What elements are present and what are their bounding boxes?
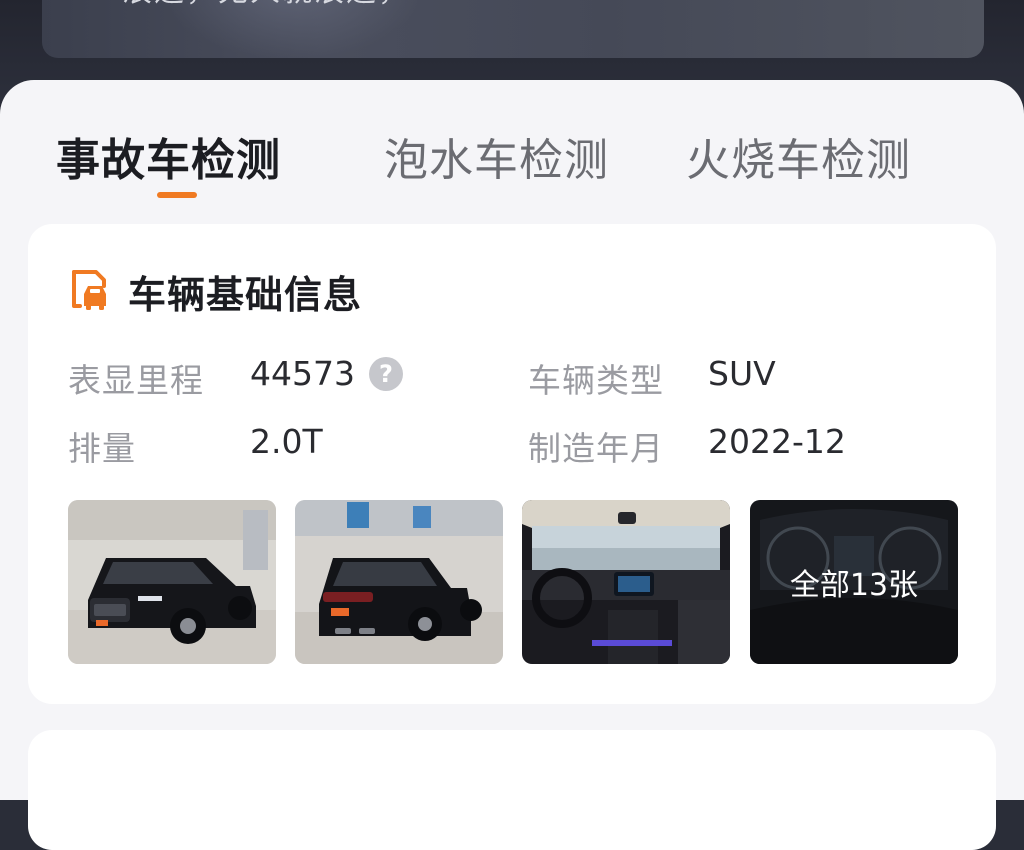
vehicle-photo-interior-image	[522, 500, 730, 664]
promo-card-text: 浪迹，无人就浪迹，	[122, 0, 410, 10]
card-title: 车辆基础信息	[128, 273, 363, 317]
vehicle-type-label: 车辆类型	[528, 361, 664, 400]
all-photos-count-label: 全部13张	[789, 568, 919, 603]
displacement-label: 排量	[68, 429, 136, 468]
detection-tabs: 事故车检测 泡水车检测 火烧车检测	[0, 80, 1024, 210]
question-mark-icon[interactable]: ?	[369, 357, 403, 391]
mileage-value: 44573	[250, 354, 355, 393]
displacement-value: 2.0T	[250, 422, 323, 461]
active-tab-indicator	[157, 192, 197, 198]
report-sheet: 事故车检测 泡水车检测 火烧车检测 车辆基础信息 表显里程 44573 ? 车辆…	[0, 80, 1024, 850]
vehicle-photo-rear[interactable]	[295, 500, 503, 664]
vehicle-photo-interior[interactable]	[522, 500, 730, 664]
tab-fire-detection[interactable]: 火烧车检测	[686, 124, 911, 188]
vehicle-photo-all[interactable]: 全部13张	[750, 500, 958, 664]
tab-accident-detection[interactable]: 事故车检测	[56, 124, 281, 188]
vehicle-photo-rear-image	[295, 500, 503, 664]
car-document-icon	[72, 270, 106, 310]
promo-card[interactable]: 浪迹，无人就浪迹，	[42, 0, 984, 58]
vehicle-photo-front[interactable]	[68, 500, 276, 664]
vehicle-basic-info-card: 车辆基础信息 表显里程 44573 ? 车辆类型 SUV 排量 2.0T 制造年…	[28, 224, 996, 704]
next-section-card	[28, 730, 996, 850]
vehicle-photo-front-image	[68, 500, 276, 664]
manufacture-date-value: 2022-12	[708, 422, 846, 461]
tab-flood-detection[interactable]: 泡水车检测	[384, 124, 609, 188]
manufacture-date-label: 制造年月	[528, 429, 664, 468]
mileage-label: 表显里程	[68, 361, 204, 400]
vehicle-type-value: SUV	[708, 354, 776, 393]
